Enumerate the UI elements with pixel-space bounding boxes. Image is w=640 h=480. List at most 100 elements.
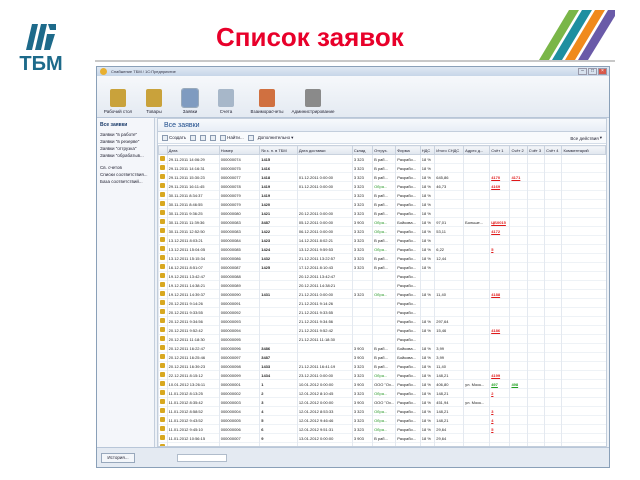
column-header[interactable]: Номер bbox=[218, 145, 261, 155]
table-row[interactable]: 30.11.2011 8:46:55 000000079 1420 3 323 В ра… bbox=[158, 199, 606, 209]
close-icon[interactable]: × bbox=[598, 68, 607, 75]
section-requests[interactable]: Заявки bbox=[175, 88, 205, 114]
table-cell bbox=[526, 415, 545, 425]
table-row[interactable]: 11.01.2012 9:43:52 000000005 5 12.01.2012 9… bbox=[158, 415, 606, 425]
invoice-link[interactable]: 4188 bbox=[489, 289, 510, 299]
section-goods[interactable]: Товары bbox=[139, 89, 169, 114]
table-row[interactable]: 29.11.2011 14:16:31 000000075 1416 3 323 В р… bbox=[158, 163, 606, 173]
table-row[interactable]: 10.01.2012 13:26:11 000000001 1 10.01.2012 … bbox=[158, 379, 606, 389]
invoice-link[interactable]: 4170 bbox=[489, 172, 510, 182]
sidebar-item-shipment[interactable]: Заявки "отгрузка" bbox=[100, 145, 151, 152]
column-header[interactable]: № з. п. в ТБМ bbox=[259, 145, 298, 155]
edit-button[interactable] bbox=[200, 134, 207, 141]
sidebar-item-match-lists[interactable]: Списки соответствия... bbox=[100, 171, 151, 178]
create-button[interactable]: Создать bbox=[162, 134, 186, 141]
table-row[interactable]: 11.01.2012 8:58:52 000000004 4 12.01.2012 8… bbox=[158, 406, 606, 416]
section-settlements[interactable]: Взаиморасчеты bbox=[247, 89, 287, 114]
table-row[interactable]: 20.12.2011 16:22:47 000000096 3486 3 903 В р… bbox=[158, 343, 606, 353]
table-row[interactable]: 20.12.2011 16:25:46 000000097 3487 3 903 В р… bbox=[158, 352, 606, 362]
minimize-icon[interactable]: – bbox=[578, 68, 587, 75]
invoice-link[interactable]: 1062 bbox=[489, 442, 510, 446]
table-cell: 297,64 bbox=[434, 316, 464, 326]
table-cell: 20.12.2011 0:00:00 bbox=[296, 208, 353, 218]
invoice-link[interactable]: 498 bbox=[509, 379, 528, 389]
column-header[interactable]: Комментарий bbox=[561, 145, 606, 155]
table-cell bbox=[489, 163, 510, 173]
column-header[interactable]: Счёт 4 bbox=[544, 145, 563, 155]
table-row[interactable]: 16.12.2011 8:51:07 000000087 1425 17.12.201… bbox=[158, 262, 606, 272]
table-row[interactable]: 30.11.2011 12:52:50 000000083 1422 06.12.20… bbox=[158, 226, 606, 236]
sidebar-item-all-requests[interactable]: Все заявки bbox=[100, 122, 151, 128]
column-header[interactable]: Адрес д... bbox=[463, 145, 491, 155]
table-row[interactable]: 11.01.2012 9:45:10 000000006 6 12.01.2012 9… bbox=[158, 424, 606, 434]
invoice-link[interactable]: 4169 bbox=[489, 181, 510, 191]
column-header[interactable] bbox=[158, 145, 168, 155]
table-row[interactable]: 19.12.2011 13:42:47 000000088 20.12.2011 1… bbox=[158, 271, 606, 281]
table-cell bbox=[561, 190, 606, 200]
column-header[interactable]: Счёт 2 bbox=[509, 145, 528, 155]
column-header[interactable]: Дата bbox=[166, 145, 220, 155]
table-row[interactable]: 30.11.2011 8:34:37 000000079 1419 3 323 В ра… bbox=[158, 190, 606, 200]
table-row[interactable]: 30.11.2011 11:39:36 000000083 3487 05.12.20… bbox=[158, 217, 606, 227]
table-row[interactable]: 20.12.2011 16:39:23 000000098 1433 21.12.20… bbox=[158, 361, 606, 371]
table-row[interactable]: 30.11.2011 9:36:25 000000080 1421 20.12.201… bbox=[158, 208, 606, 218]
table-row[interactable]: 12.01.2012 11:12:460000000081013.01.2012… bbox=[158, 442, 606, 446]
column-header[interactable]: Счёт 3 bbox=[526, 145, 546, 155]
table-row[interactable]: 11.01.2012 8:35:42 000000003 3 12.01.2012 0… bbox=[158, 397, 606, 407]
invoice-link[interactable]: 2 bbox=[489, 388, 510, 398]
table-row[interactable]: 20.12.2011 9:14:26 000000091 21.12.2011 9:… bbox=[158, 298, 606, 308]
clear-filter-button[interactable] bbox=[247, 134, 254, 141]
invoice-link[interactable]: 5 bbox=[489, 244, 510, 254]
sidebar-item-processing[interactable]: Заявки "обрабатыв... bbox=[100, 152, 151, 159]
row-status-icon bbox=[158, 379, 168, 389]
section-desktop[interactable]: Рабочий стол bbox=[103, 89, 133, 114]
invoice-link[interactable]: 4186 bbox=[489, 325, 510, 335]
table-row[interactable]: 20.12.2011 9:52:42 000000094 21.12.2011 9:… bbox=[158, 325, 606, 335]
copy-button[interactable] bbox=[190, 134, 197, 141]
table-row[interactable]: 19.12.2011 14:38:21 000000089 20.12.2011 1… bbox=[158, 280, 606, 290]
table-row[interactable]: 13.12.2011 8:03:21 000000084 1423 14.12.201… bbox=[158, 235, 606, 245]
section-admin[interactable]: Администрирование bbox=[292, 89, 334, 114]
invoice-link[interactable]: 4199 bbox=[489, 370, 510, 380]
table-row[interactable]: 20.12.2011 11:18:30 000000095 21.12.2011 1… bbox=[158, 334, 606, 344]
invoice-link[interactable]: 4172 bbox=[489, 226, 510, 236]
table-row[interactable]: 19.12.2011 14:39:37 000000090 1431 21.12.20… bbox=[158, 289, 606, 299]
history-button[interactable]: История... bbox=[101, 453, 135, 463]
invoice-link[interactable]: 4 bbox=[489, 415, 510, 425]
sidebar-item-in-work[interactable]: Заявки "в работе" bbox=[100, 131, 151, 138]
table-row[interactable]: 11.01.2012 10:56:15 000000007 9 13.01.2012 … bbox=[158, 433, 606, 443]
column-header[interactable]: Итого СНДС bbox=[434, 145, 465, 155]
table-row[interactable]: 13.12.2011 15:15:34 000000086 1432 21.12.20… bbox=[158, 253, 606, 263]
invoice-link[interactable]: ЦБ0015 bbox=[489, 217, 510, 227]
delete-button[interactable] bbox=[210, 134, 217, 141]
table-cell: 1433 bbox=[259, 361, 298, 371]
table-row[interactable]: 22.12.2011 8:15:12 000000099 1434 23.12.201… bbox=[158, 370, 606, 380]
section-invoices[interactable]: Счета bbox=[211, 89, 241, 114]
table-row[interactable]: 29.11.2011 16:11:45 000000078 1419 01.12.20… bbox=[158, 181, 606, 191]
column-header[interactable]: Фирма bbox=[395, 145, 421, 155]
table-cell bbox=[526, 235, 545, 245]
table-row[interactable]: 29.11.2011 15:30:23 000000077 1418 01.12.20… bbox=[158, 172, 606, 182]
table-row[interactable]: 11.01.2012 8:13:25 000000002 2 12.01.2012 8… bbox=[158, 388, 606, 398]
column-header[interactable]: НДС bbox=[419, 145, 436, 155]
table-row[interactable]: 20.12.2011 9:34:56 000000093 21.12.2011 9:… bbox=[158, 316, 606, 326]
invoice-link[interactable]: 497 bbox=[489, 379, 510, 389]
invoice-link[interactable]: 5 bbox=[489, 424, 510, 434]
document-icon bbox=[160, 327, 165, 332]
find-button[interactable]: Найти... bbox=[220, 134, 244, 141]
invoice-link[interactable]: 4171 bbox=[509, 172, 528, 182]
maximize-icon[interactable]: □ bbox=[588, 68, 597, 75]
invoice-link[interactable]: 3 bbox=[489, 406, 510, 416]
sidebar-item-invoices[interactable]: Св. счетов bbox=[100, 164, 151, 171]
column-header[interactable]: Дата доставки bbox=[296, 145, 353, 155]
column-header[interactable]: Счёт 1 bbox=[489, 145, 511, 155]
all-actions-button[interactable]: Все действия ▾ bbox=[570, 135, 602, 141]
sidebar-item-reserve[interactable]: Заявки "в резерве" bbox=[100, 138, 151, 145]
column-header[interactable]: Отгруз. bbox=[372, 145, 397, 155]
table-row[interactable]: 29.11.2011 14:06:29 000000074 1415 3 323 В р… bbox=[158, 154, 606, 164]
table-row[interactable]: 13.12.2011 15:04:05 000000085 1424 13.12.20… bbox=[158, 244, 606, 254]
table-row[interactable]: 20.12.2011 9:33:55 000000092 21.12.2011 9:… bbox=[158, 307, 606, 317]
column-header[interactable]: Склад bbox=[351, 145, 374, 155]
additional-button[interactable]: Дополнительно ▾ bbox=[258, 135, 294, 141]
sidebar-item-match-base[interactable]: База соответствий... bbox=[100, 178, 151, 185]
